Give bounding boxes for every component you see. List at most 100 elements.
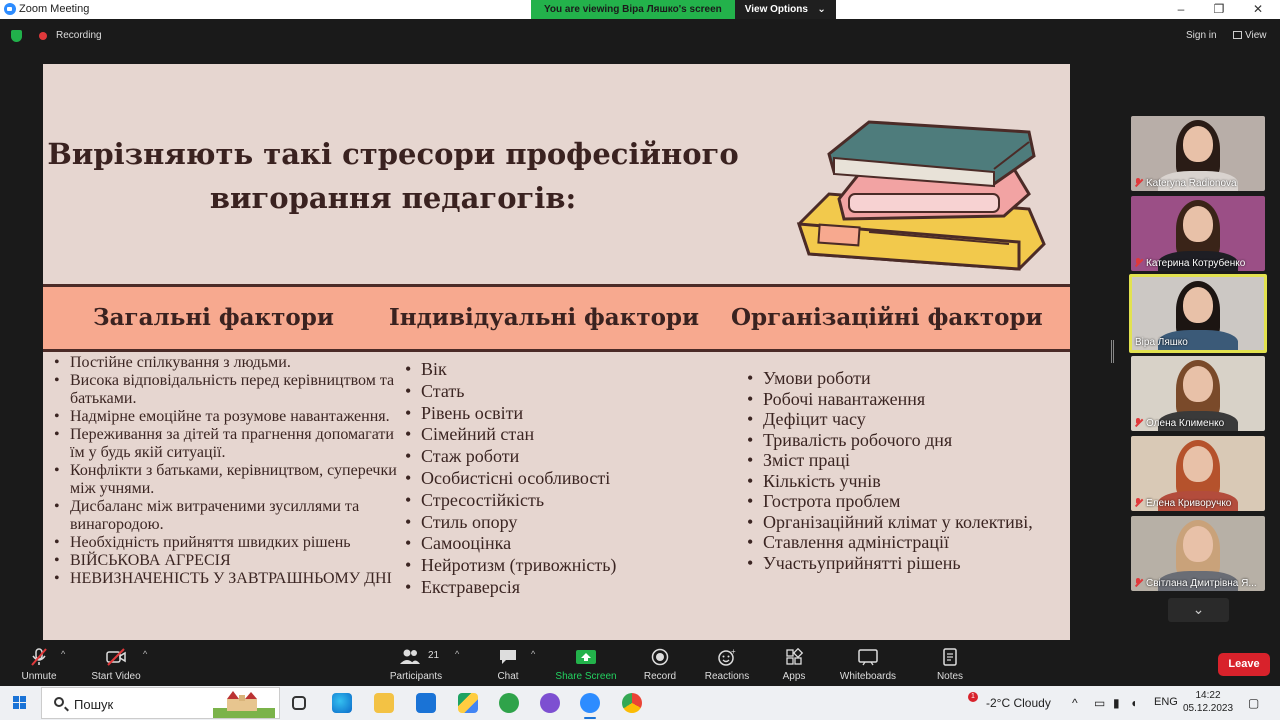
participant-video-face: [1183, 526, 1213, 562]
microphone-muted-icon: [31, 648, 47, 666]
view-button[interactable]: View: [1245, 30, 1267, 41]
tray-app-icon[interactable]: ▭: [1094, 696, 1105, 710]
participant-name: Олена Клименко: [1146, 418, 1225, 429]
list-item: Постійне спілкування з людьми.: [54, 354, 399, 372]
organizational-factors-list: Умови роботи Робочі навантаження Дефіцит…: [747, 368, 1057, 573]
microphone-muted-icon: [1134, 498, 1142, 507]
close-button[interactable]: ✕: [1240, 0, 1276, 19]
reactions-label: Reactions: [704, 671, 750, 682]
file-explorer-icon[interactable]: [374, 693, 394, 713]
start-video-button[interactable]: Start Video: [86, 640, 146, 686]
participant-name-label: Kateryna Radionova: [1134, 178, 1237, 189]
apps-button[interactable]: Apps: [777, 640, 811, 686]
notifications-icon[interactable]: ▢: [1248, 696, 1259, 710]
video-off-icon: [106, 648, 126, 666]
participants-options-caret-icon[interactable]: ^: [455, 649, 463, 659]
edge-browser-icon[interactable]: [332, 693, 352, 713]
video-options-caret-icon[interactable]: ^: [143, 649, 151, 659]
chat-button[interactable]: Chat: [488, 640, 528, 686]
participants-label: Participants: [389, 671, 443, 682]
taskbar-search-box[interactable]: Пошук: [41, 687, 280, 719]
restore-button[interactable]: ❐: [1201, 0, 1237, 19]
list-item: Екстраверсія: [405, 577, 725, 599]
show-hidden-icons-chevron-icon[interactable]: ^: [1072, 696, 1078, 710]
view-grid-icon[interactable]: [1233, 31, 1242, 39]
clock-time: 14:22: [1195, 690, 1221, 701]
list-item: Самооцінка: [405, 533, 725, 555]
list-item: Умови роботи: [747, 368, 1057, 389]
window-titlebar: Zoom Meeting You are viewing Віра Ляшко'…: [0, 0, 1280, 19]
microphone-muted-icon: [1134, 418, 1142, 427]
view-options-label: View Options: [744, 4, 808, 15]
more-participants-button[interactable]: ⌄: [1168, 598, 1229, 622]
participant-tile[interactable]: Олена Клименко: [1131, 356, 1265, 431]
list-item: Гострота проблем: [747, 491, 1057, 512]
volume-icon[interactable]: ◖: [1130, 696, 1137, 710]
list-item: Дефіцит часу: [747, 409, 1057, 430]
recording-icon: [39, 32, 47, 40]
zoom-logo-icon: [4, 3, 16, 15]
chrome-browser-icon[interactable]: [622, 693, 642, 713]
view-options-button[interactable]: View Options ⌄: [734, 0, 836, 19]
language-indicator[interactable]: ENG: [1154, 696, 1178, 708]
participant-name-label: Олена Клименко: [1134, 418, 1224, 429]
whiteboard-icon: [858, 649, 878, 666]
reactions-button[interactable]: + Reactions: [703, 640, 751, 686]
zoom-taskbar-icon[interactable]: [580, 693, 600, 719]
chevron-down-icon: ⌄: [817, 4, 826, 15]
viber-icon[interactable]: [540, 693, 560, 713]
list-item: Стать: [405, 381, 725, 403]
taskbar-clock[interactable]: 14:22 05.12.2023: [1183, 689, 1233, 715]
participant-tile[interactable]: Kateryna Radionova: [1131, 116, 1265, 191]
apps-icon: [786, 648, 804, 665]
mail-icon[interactable]: [416, 693, 436, 713]
participant-name-label: Катерина Котрубенко: [1134, 258, 1245, 269]
column-heading-general: Загальні фактори: [93, 304, 334, 331]
chevron-down-icon: ⌄: [1192, 601, 1205, 617]
list-item: Стаж роботи: [405, 446, 725, 468]
participants-button[interactable]: 21 Participants: [385, 640, 447, 686]
sign-in-link[interactable]: Sign in: [1186, 30, 1217, 41]
security-shield-icon[interactable]: [11, 30, 22, 42]
windows-taskbar: Пошук 1 -2°C Cloudy ^ ▭ ▮ ◖ ENG 14:22 05…: [0, 686, 1280, 720]
whiteboards-button[interactable]: Whiteboards: [838, 640, 898, 686]
participant-tile[interactable]: Віра Ляшко: [1129, 274, 1267, 353]
utorrent-icon[interactable]: [499, 693, 519, 713]
list-item: Нейротизм (тривожність): [405, 555, 725, 577]
participant-tile[interactable]: Катерина Котрубенко: [1131, 196, 1265, 271]
participant-name: Kateryna Radionova: [1146, 178, 1237, 189]
whiteboards-label: Whiteboards: [839, 671, 897, 682]
share-screen-button[interactable]: Share Screen: [553, 640, 619, 686]
list-item: Ставлення адміністрації: [747, 532, 1057, 553]
unmute-button[interactable]: Unmute: [14, 640, 64, 686]
participant-tile[interactable]: Світлана Дмитрівна Я...: [1131, 516, 1265, 591]
list-item: Тривалість робочого дня: [747, 430, 1057, 451]
list-item: Дисбаланс між витраченими зусиллями та в…: [54, 498, 399, 534]
viewing-banner: You are viewing Віра Ляшко's screen View…: [531, 0, 836, 19]
slide-title-line1: Вирізняють такі стресори професійного: [47, 137, 739, 171]
panel-resize-handle[interactable]: [1111, 340, 1114, 363]
audio-options-caret-icon[interactable]: ^: [61, 649, 69, 659]
minimize-button[interactable]: –: [1163, 0, 1199, 19]
participant-tile[interactable]: Елена Криворучко: [1131, 436, 1265, 511]
leave-button[interactable]: Leave: [1218, 653, 1270, 676]
list-item: Висока відповідальність перед керівництв…: [54, 372, 399, 408]
castle-search-highlight-icon: [213, 691, 275, 718]
unmute-label: Unmute: [21, 671, 57, 682]
list-item: Кількість учнів: [747, 471, 1057, 492]
participant-name-label: Віра Ляшко: [1135, 337, 1188, 348]
viewing-banner-text: You are viewing Віра Ляшко's screen: [531, 0, 735, 19]
google-drive-icon[interactable]: [458, 693, 478, 713]
task-view-icon[interactable]: [292, 696, 306, 710]
microphone-tray-icon[interactable]: ▮: [1113, 696, 1120, 710]
list-item: Конфлікти з батьками, керівництвом, супе…: [54, 462, 399, 498]
chat-options-caret-icon[interactable]: ^: [531, 649, 539, 659]
weather-widget[interactable]: -2°C Cloudy: [986, 696, 1051, 710]
record-button[interactable]: Record: [640, 640, 680, 686]
windows-start-icon[interactable]: [13, 696, 27, 710]
list-item: Сімейний стан: [405, 424, 725, 446]
notes-button[interactable]: Notes: [930, 640, 970, 686]
list-item: Зміст праці: [747, 450, 1057, 471]
participant-video-face: [1183, 366, 1213, 402]
share-screen-label: Share Screen: [555, 671, 617, 682]
